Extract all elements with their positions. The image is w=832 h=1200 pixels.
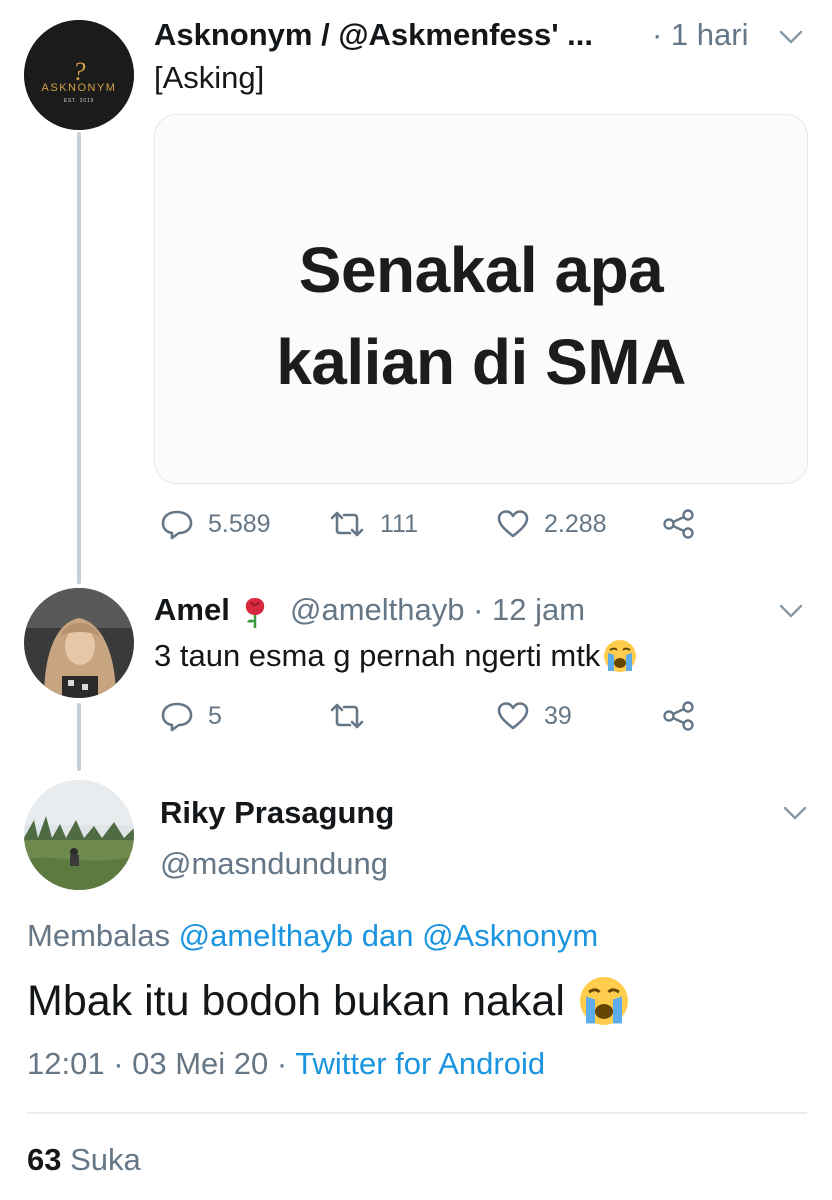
avatar-logo-text: ASKNONYM — [42, 82, 117, 94]
author-name[interactable]: Riky Prasagung — [160, 795, 394, 831]
likes-label: Suka — [70, 1142, 141, 1177]
media-line-1: Senakal apa — [298, 234, 664, 306]
reply-icon — [161, 702, 193, 732]
tweet-meta: 12:01 · 03 Mei 20 · Twitter for Android — [27, 1046, 545, 1082]
avatar[interactable]: ? ASKNONYM EST. 2019 — [24, 20, 134, 130]
crying-emoji-icon — [604, 640, 637, 672]
thread-line — [77, 132, 81, 584]
reply-count: 5 — [208, 701, 222, 730]
retweet-button[interactable] — [328, 700, 380, 732]
like-button[interactable]: 2.288 — [496, 508, 607, 540]
chevron-down-icon[interactable] — [778, 602, 804, 620]
replying-to-users[interactable]: @amelthayb dan @Asknonym — [179, 918, 599, 953]
crying-emoji-icon — [579, 977, 628, 1025]
avatar[interactable] — [24, 780, 134, 890]
like-icon — [497, 702, 529, 730]
share-icon — [663, 509, 694, 539]
likes-summary[interactable]: 63 Suka — [27, 1142, 141, 1178]
tweet-text-body: Mbak itu bodoh bukan nakal — [27, 976, 565, 1025]
likes-count: 63 — [27, 1142, 62, 1177]
media-line-2: kalian di SMA — [276, 326, 686, 398]
tweet-text: Mbak itu bodoh bukan nakal — [27, 974, 631, 1028]
author-name[interactable]: Amel — [154, 592, 230, 628]
tweet-text-body: 3 taun esma g pernah ngerti mtk — [154, 638, 601, 673]
retweet-icon — [330, 511, 364, 537]
reply-icon — [161, 510, 193, 540]
author-name[interactable]: Asknonym / @Askmenfess' ... — [154, 17, 593, 53]
chevron-down-icon[interactable] — [778, 28, 804, 46]
tweet-time[interactable]: · 1 hari — [652, 17, 748, 53]
tweet-source[interactable]: Twitter for Android — [295, 1046, 545, 1081]
retweet-icon — [330, 703, 364, 729]
share-button[interactable] — [662, 508, 696, 540]
tweet-timestamp: 12:01 · 03 Mei 20 · — [27, 1046, 288, 1081]
like-count: 39 — [544, 701, 572, 730]
avatar[interactable] — [24, 588, 134, 698]
replying-to-label: Membalas — [27, 918, 170, 953]
retweet-button[interactable]: 111 — [328, 508, 418, 540]
chevron-down-icon[interactable] — [782, 804, 808, 822]
reply-button[interactable]: 5 — [160, 700, 222, 732]
like-count: 2.288 — [544, 509, 607, 538]
tweet-image[interactable]: Senakal apa kalian di SMA — [154, 114, 808, 484]
tweet-text: 3 taun esma g pernah ngerti mtk — [154, 638, 638, 674]
rose-emoji-icon — [245, 598, 265, 628]
reply-button[interactable]: 5.589 — [160, 508, 271, 540]
reply-handle-time[interactable]: @amelthayb · 12 jam — [290, 592, 585, 628]
thread-line — [77, 703, 81, 771]
avatar-logo-sub: EST. 2019 — [64, 98, 94, 104]
reply-count: 5.589 — [208, 509, 271, 538]
replying-to: Membalas @amelthayb dan @Asknonym — [27, 918, 598, 954]
author-handle[interactable]: @masndundung — [160, 846, 388, 882]
like-button[interactable]: 39 — [496, 700, 572, 732]
share-button[interactable] — [662, 700, 696, 732]
tweet-text: [Asking] — [154, 60, 265, 95]
share-icon — [663, 701, 694, 731]
like-icon — [497, 510, 529, 538]
retweet-count: 111 — [380, 509, 419, 538]
divider — [27, 1112, 807, 1114]
